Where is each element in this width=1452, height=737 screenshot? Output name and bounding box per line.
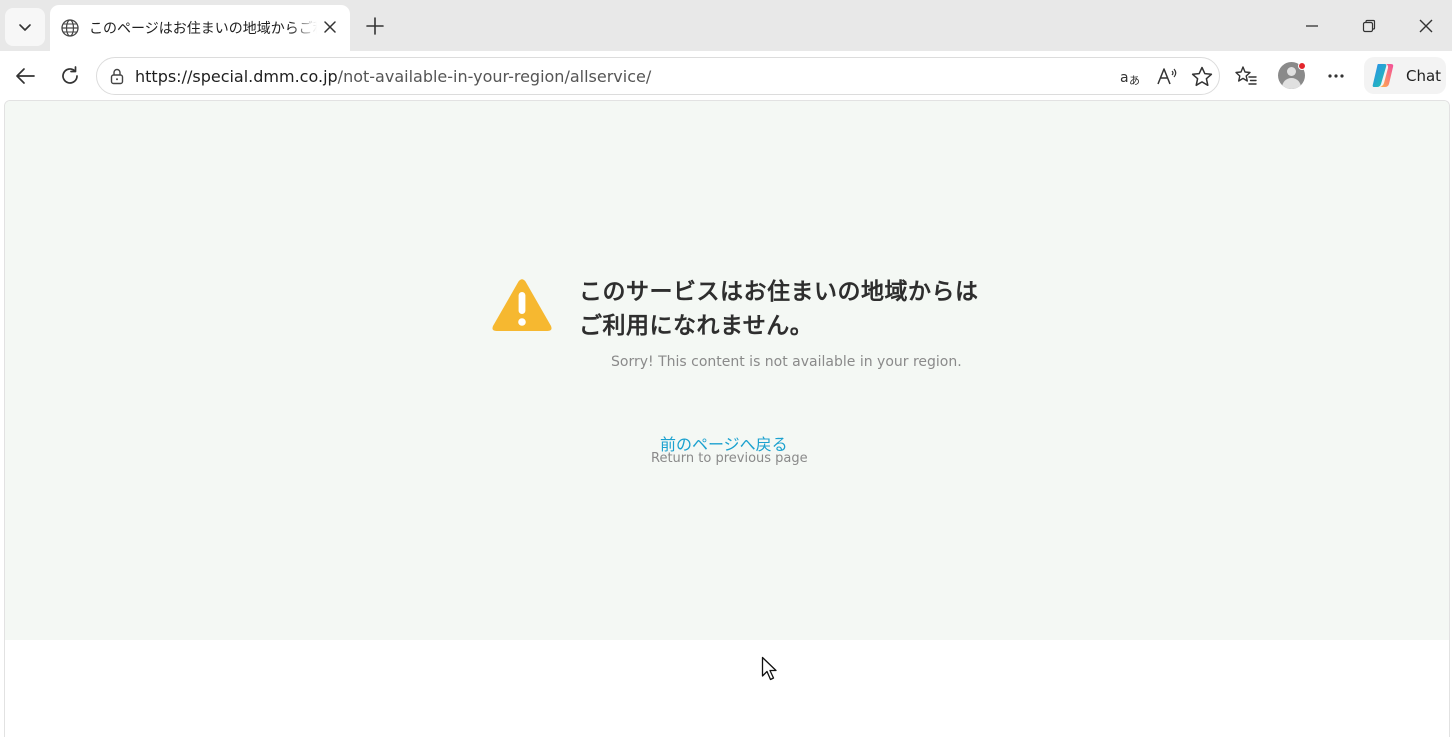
minimize-button[interactable] [1292, 6, 1332, 46]
window-close-icon [1419, 19, 1433, 33]
mouse-cursor [761, 656, 777, 681]
heading-line-1: このサービスはお住まいの地域からは [579, 279, 979, 305]
back-button[interactable] [8, 59, 42, 93]
refresh-icon [62, 66, 78, 84]
copilot-icon [1372, 64, 1394, 87]
warning-icon [492, 279, 552, 331]
chevron-down-icon [19, 24, 31, 31]
favorites-icon [1235, 66, 1257, 85]
plus-icon [366, 17, 384, 35]
favorites-button[interactable] [1229, 59, 1263, 93]
notification-dot [1298, 62, 1306, 70]
restore-icon [1362, 19, 1376, 33]
close-icon[interactable] [320, 17, 340, 37]
avatar-body [1282, 78, 1301, 89]
restore-button[interactable] [1349, 6, 1389, 46]
url-text[interactable]: https://special.dmm.co.jp/not-available-… [135, 67, 651, 86]
page-viewport: このサービスはお住まいの地域からは ご利用になれません。 Sorry! This… [4, 100, 1450, 737]
url-path: /not-available-in-your-region/allservice… [337, 67, 652, 86]
tab-strip: このページはお住まいの地域からご利用になれません [0, 0, 1452, 51]
lock-icon[interactable] [108, 67, 126, 85]
heading-line-2: ご利用になれません。 [579, 313, 814, 339]
window-close-button[interactable] [1406, 6, 1446, 46]
more-icon [1328, 74, 1344, 78]
back-link-subtitle: Return to previous page [651, 451, 808, 466]
new-tab-button[interactable] [359, 10, 391, 42]
more-button[interactable] [1319, 59, 1353, 93]
globe-icon [60, 18, 80, 38]
tab-title: このページはお住まいの地域からご利用になれません [89, 21, 317, 37]
chat-label: Chat [1406, 66, 1442, 85]
back-icon [16, 68, 35, 84]
translate-icon[interactable]: aあ [1119, 65, 1143, 89]
notice-area: このサービスはお住まいの地域からは ご利用になれません。 Sorry! This… [5, 101, 1449, 640]
star-icon[interactable] [1190, 65, 1214, 89]
active-tab[interactable]: このページはお住まいの地域からご利用になれません [50, 5, 350, 51]
svg-text:a: a [1120, 70, 1129, 86]
svg-text:あ: あ [1129, 74, 1140, 87]
url-host: https://special.dmm.co.jp [135, 67, 338, 86]
read-aloud-icon[interactable] [1155, 65, 1179, 89]
tab-list-button[interactable] [5, 8, 45, 46]
avatar-head [1287, 67, 1296, 76]
toolbar: https://special.dmm.co.jp/not-available-… [0, 51, 1452, 100]
minimize-icon [1306, 25, 1318, 27]
refresh-button[interactable] [53, 59, 87, 93]
sorry-message: Sorry! This content is not available in … [611, 354, 962, 370]
address-bar[interactable]: https://special.dmm.co.jp/not-available-… [96, 57, 1220, 95]
chat-button[interactable]: Chat [1364, 57, 1446, 94]
page-title: このサービスはお住まいの地域からは ご利用になれません。 [579, 275, 979, 343]
